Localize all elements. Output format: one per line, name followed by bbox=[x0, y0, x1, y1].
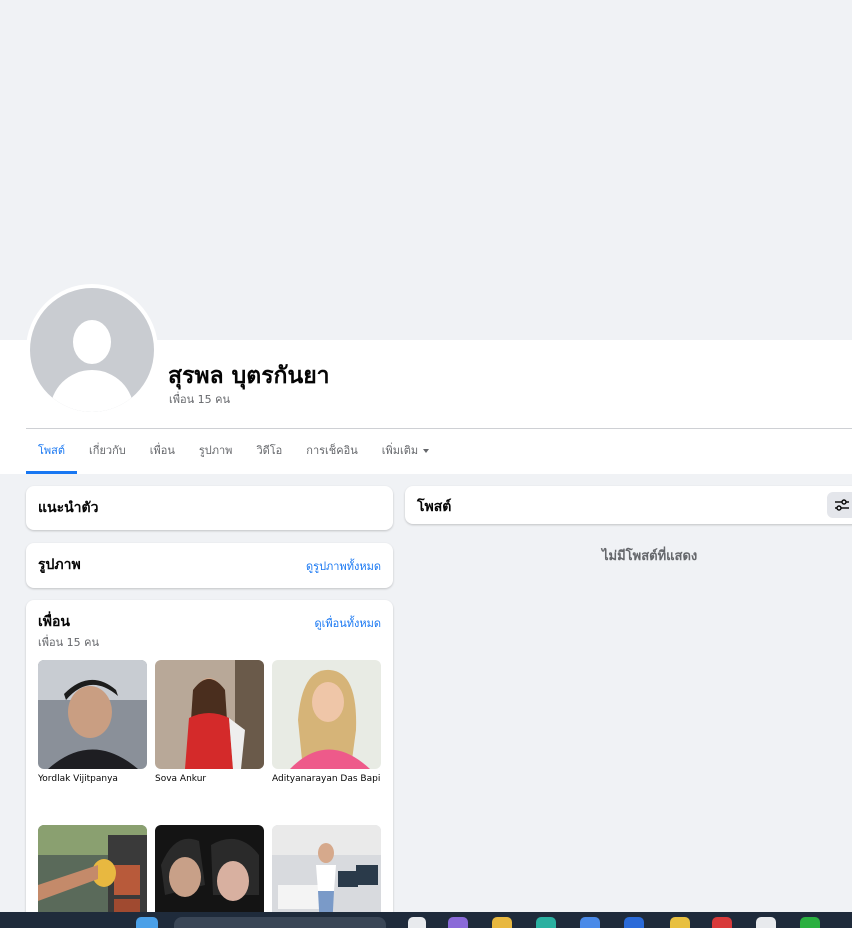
intro-card: แนะนำตัว bbox=[26, 486, 393, 530]
os-taskbar bbox=[0, 912, 852, 928]
line-icon[interactable] bbox=[800, 917, 820, 928]
friend-photo[interactable] bbox=[155, 660, 264, 769]
tab-about[interactable]: เกี่ยวกับ bbox=[77, 432, 138, 474]
profile-friend-count[interactable]: เพื่อน 15 คน bbox=[169, 390, 230, 408]
friends-grid: Yordlak Vijitpanya Sova Ankur Adityanara… bbox=[38, 660, 381, 928]
tab-friends[interactable]: เพื่อน bbox=[138, 432, 187, 474]
friend-tile[interactable]: Sova Ankur bbox=[155, 660, 264, 784]
cover-photo bbox=[2, 0, 852, 340]
app-icon[interactable] bbox=[670, 917, 690, 928]
see-all-friends-link[interactable]: ดูเพื่อนทั้งหมด bbox=[314, 614, 381, 632]
tab-posts[interactable]: โพสต์ bbox=[26, 432, 78, 474]
filter-sliders-icon bbox=[835, 499, 849, 511]
app-icon[interactable] bbox=[448, 917, 468, 928]
profile-tabs: โพสต์ เกี่ยวกับ เพื่อน รูปภาพ วิดีโอ การ… bbox=[26, 432, 441, 474]
friend-tile[interactable]: Adityanarayan Das Bapi bbox=[272, 660, 381, 784]
tab-more-label: เพิ่มเติม bbox=[381, 444, 419, 457]
edge-icon[interactable] bbox=[536, 917, 556, 928]
friend-tile[interactable]: Yordlak Vijitpanya bbox=[38, 660, 147, 784]
no-posts-message: ไม่มีโพสต์ที่แสดง bbox=[602, 549, 698, 564]
start-icon[interactable] bbox=[136, 917, 158, 928]
tab-checkins[interactable]: การเช็คอิน bbox=[294, 432, 369, 474]
friends-card: เพื่อน ดูเพื่อนทั้งหมด เพื่อน 15 คน Yord… bbox=[26, 600, 393, 928]
friends-subtitle: เพื่อน 15 คน bbox=[38, 636, 100, 649]
friends-title[interactable]: เพื่อน bbox=[38, 611, 70, 633]
intro-title: แนะนำตัว bbox=[38, 500, 99, 516]
friend-name[interactable]: Yordlak Vijitpanya bbox=[38, 774, 147, 784]
tab-photos[interactable]: รูปภาพ bbox=[187, 432, 245, 474]
tab-more[interactable]: เพิ่มเติม bbox=[370, 432, 441, 474]
photos-title: รูปภาพ bbox=[38, 557, 81, 573]
chrome-icon[interactable] bbox=[756, 917, 776, 928]
friend-name[interactable]: Sova Ankur bbox=[155, 774, 264, 784]
default-avatar-icon bbox=[30, 288, 154, 412]
app-icon[interactable] bbox=[580, 917, 600, 928]
filter-button[interactable] bbox=[827, 492, 852, 518]
tab-videos[interactable]: วิดีโอ bbox=[244, 432, 294, 474]
friend-photo[interactable] bbox=[272, 660, 381, 769]
header-divider bbox=[26, 428, 852, 429]
taskview-icon[interactable] bbox=[408, 917, 426, 928]
profile-picture[interactable] bbox=[26, 284, 158, 416]
taskbar-search-box[interactable] bbox=[174, 917, 386, 928]
friend-name[interactable]: Adityanarayan Das Bapi bbox=[272, 774, 381, 784]
friend-photo[interactable] bbox=[38, 660, 147, 769]
store-icon[interactable] bbox=[624, 917, 644, 928]
app-icon[interactable] bbox=[712, 917, 732, 928]
caret-down-icon bbox=[423, 449, 430, 453]
profile-name: สุรพล บุตรกันยา bbox=[168, 363, 330, 389]
posts-header-card: โพสต์ bbox=[405, 486, 852, 524]
posts-title: โพสต์ bbox=[417, 499, 452, 515]
photos-card: รูปภาพ ดูรูปภาพทั้งหมด bbox=[26, 543, 393, 588]
folder-icon[interactable] bbox=[492, 917, 512, 928]
see-all-photos-link[interactable]: ดูรูปภาพทั้งหมด bbox=[306, 557, 381, 575]
